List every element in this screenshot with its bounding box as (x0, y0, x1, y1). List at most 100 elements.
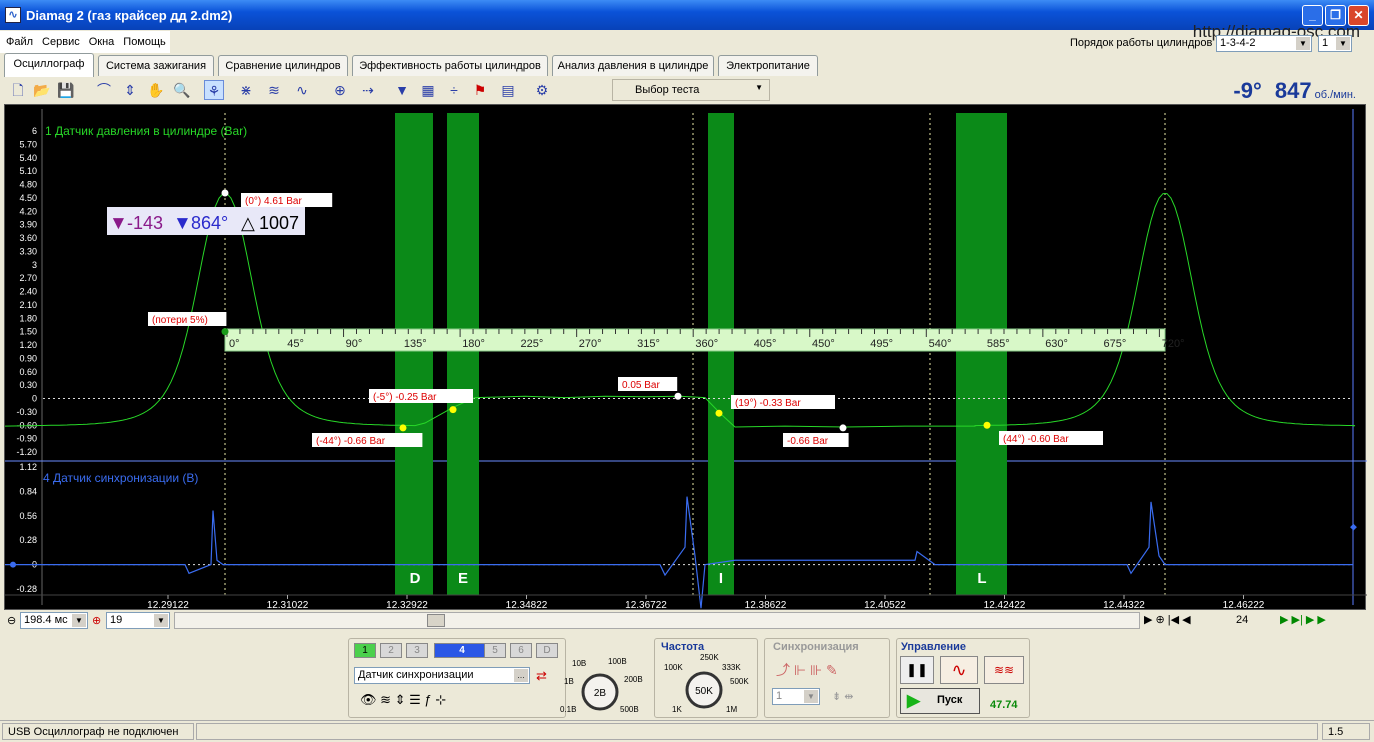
tab-power[interactable]: Электропитание (718, 55, 818, 76)
filter-icon[interactable]: ⋇ (236, 80, 256, 100)
sync-offset-icons[interactable]: ⇟ ⇹ (832, 690, 854, 703)
channel-1-button[interactable]: 1 (354, 643, 376, 658)
cursor-peak-icon[interactable]: ⌒ (94, 80, 114, 100)
count-select[interactable]: 19 ▼ (106, 612, 170, 629)
ch1-ytick: 2.40 (19, 287, 37, 297)
tab-oscilloscope[interactable]: Осциллограф (4, 53, 94, 77)
channel-tools-icons[interactable]: 👁 ≋ ⇕ ☰ ƒ ⊹ (360, 692, 446, 708)
zoom-in-icon[interactable]: ⊕ (92, 614, 101, 627)
waveform-icon[interactable]: ≋ (264, 80, 284, 100)
sync-channel-select[interactable]: 1 ▼ (772, 688, 820, 705)
data-marker (715, 409, 723, 417)
ch1-ytick: 0 (32, 394, 37, 404)
tab-cylinder-efficiency[interactable]: Эффективность работы цилиндров (352, 55, 548, 76)
open-folder-icon[interactable]: 📂 (32, 80, 52, 100)
noise-mode-button[interactable]: ≋≋ (984, 656, 1024, 684)
angle-scale-label: 270° (579, 338, 602, 350)
grid-icon[interactable]: ▦ (418, 80, 438, 100)
save-icon[interactable]: 💾 (56, 80, 76, 100)
svg-text:10В: 10В (572, 659, 586, 668)
annotation-text: 0.05 Bar (622, 380, 660, 391)
sensor-settings-icon[interactable]: ⇄ (536, 668, 547, 684)
cylinder-select[interactable]: 1 ▼ (1318, 35, 1352, 52)
annotation-text: (19°) -0.33 Bar (735, 398, 801, 409)
test-select[interactable]: Выбор теста ▼ (612, 79, 770, 101)
sensor-select[interactable]: Датчик синхронизации… (354, 667, 530, 684)
oscilloscope-plot[interactable]: 6 5.70 5.40 5.10 4.80 4.50 4.20 3.90 3.60 3.30 3 2.… (4, 104, 1367, 611)
start-button[interactable]: ▶ Пуск (900, 688, 980, 714)
voltage-dial[interactable]: 2В 10В 100В 1В 200В 0.1В 500В (560, 654, 650, 718)
x-tick-label: 12.44322 (1103, 600, 1145, 611)
horizontal-scrollbar[interactable] (174, 612, 1140, 629)
trigger-icon[interactable]: ▼ (392, 80, 412, 100)
ch1-ytick: 0.90 (19, 353, 37, 363)
data-marker (983, 421, 991, 429)
phase-label-l: L (977, 570, 986, 587)
scope-mode-icon[interactable]: ∿ (292, 80, 312, 100)
tab-ignition[interactable]: Система зажигания (98, 55, 214, 76)
hand-pan-icon[interactable]: ✋ (146, 80, 166, 100)
color-mode-icon[interactable]: ⚘ (204, 80, 224, 100)
angle-scale-label: 135° (404, 338, 427, 350)
channel-4-button[interactable]: 4 (434, 643, 490, 658)
phase-band-i (708, 113, 734, 595)
ch1-ytick: 1.20 (19, 340, 37, 350)
svg-text:250K: 250K (700, 653, 719, 662)
zoom-out-icon[interactable]: ⊖ (7, 614, 16, 627)
menu-help[interactable]: Помощь (117, 31, 169, 48)
phase-band-d (395, 113, 433, 595)
menu-service[interactable]: Сервис (36, 31, 83, 48)
timebase-select[interactable]: 198.4 мс ▼ (20, 612, 88, 629)
firing-order-select[interactable]: 1-3-4-2 ▼ (1216, 35, 1312, 52)
frequency-dial[interactable]: 50K 250K 100K 333K 500K 1K 1M (660, 652, 756, 716)
annotation-text: (44°) -0.60 Bar (1003, 434, 1069, 445)
angle-scale-label: 315° (637, 338, 660, 350)
channel-3-button[interactable]: 3 (406, 643, 428, 658)
cursor-delta-value: 1007 (259, 213, 299, 233)
auto-settings-icon[interactable]: ⚙ (532, 80, 552, 100)
angle-scale-label: 360° (695, 338, 718, 350)
ch1-ytick: 0.60 (19, 367, 37, 377)
nav-icons-right[interactable]: ▶ ▶| ▶ ▶ (1280, 613, 1326, 626)
data-marker (839, 424, 847, 432)
phase-band-e (447, 113, 479, 595)
rpm-readout: -9° 847 об./мин. (1233, 78, 1356, 104)
menu-file[interactable]: Файл (0, 31, 36, 48)
svg-text:500В: 500В (620, 705, 639, 714)
svg-text:1K: 1K (672, 705, 682, 714)
x-tick-label: 12.46222 (1223, 600, 1265, 611)
document-icon[interactable]: ▤ (498, 80, 518, 100)
sync-mode-icons[interactable]: ⤴ ⊩ ⊪ ✎ (776, 660, 838, 680)
split-icon[interactable]: ÷ (444, 80, 464, 100)
zero-level-icon[interactable]: ⇢ (358, 80, 378, 100)
nav-icons-left[interactable]: ▶ ⊕ |◀ ◀ (1144, 613, 1191, 626)
ch1-ytick: 3.30 (19, 246, 37, 256)
channel-2-button[interactable]: 2 (380, 643, 402, 658)
marker-icon[interactable]: ⚑ (470, 80, 490, 100)
auto-icon[interactable]: ⊕ (330, 80, 350, 100)
angle-scale-label: 450° (812, 338, 835, 350)
sine-mode-button[interactable]: ∿ (940, 656, 978, 684)
scroll-thumb[interactable] (427, 614, 445, 627)
x-tick-label: 12.36722 (625, 600, 667, 611)
tab-cylinder-compare[interactable]: Сравнение цилиндров (218, 55, 348, 76)
cursor-measure-icon[interactable]: ⇕ (120, 80, 140, 100)
pause-button[interactable]: ❚❚ (900, 656, 934, 684)
firing-order-label: Порядок работы цилиндров (1070, 37, 1213, 49)
ch1-ytick: 5.40 (19, 153, 37, 163)
ch1-ytick: -0.30 (16, 407, 37, 417)
sync-title: Синхронизация (773, 641, 859, 653)
data-marker (399, 424, 407, 432)
right-marker: ◆ (1350, 522, 1357, 532)
angle-scale-label: 225° (521, 338, 544, 350)
channel-d-button[interactable]: D (536, 643, 558, 658)
plot-canvas[interactable]: 6 5.70 5.40 5.10 4.80 4.50 4.20 3.90 3.60 3.30 3 2.… (5, 105, 1367, 611)
zoom-icon[interactable]: 🔍 (172, 80, 192, 100)
menu-windows[interactable]: Окна (83, 31, 118, 48)
channel-6-button[interactable]: 6 (510, 643, 532, 658)
new-file-icon[interactable]: 🗋 (8, 80, 28, 100)
tab-pressure-analysis[interactable]: Анализ давления в цилиндре (552, 55, 714, 76)
rpm-unit: об./мин. (1314, 89, 1356, 101)
angle-scale-label: 0° (229, 338, 240, 350)
channel-5-button[interactable]: 5 (484, 643, 506, 658)
